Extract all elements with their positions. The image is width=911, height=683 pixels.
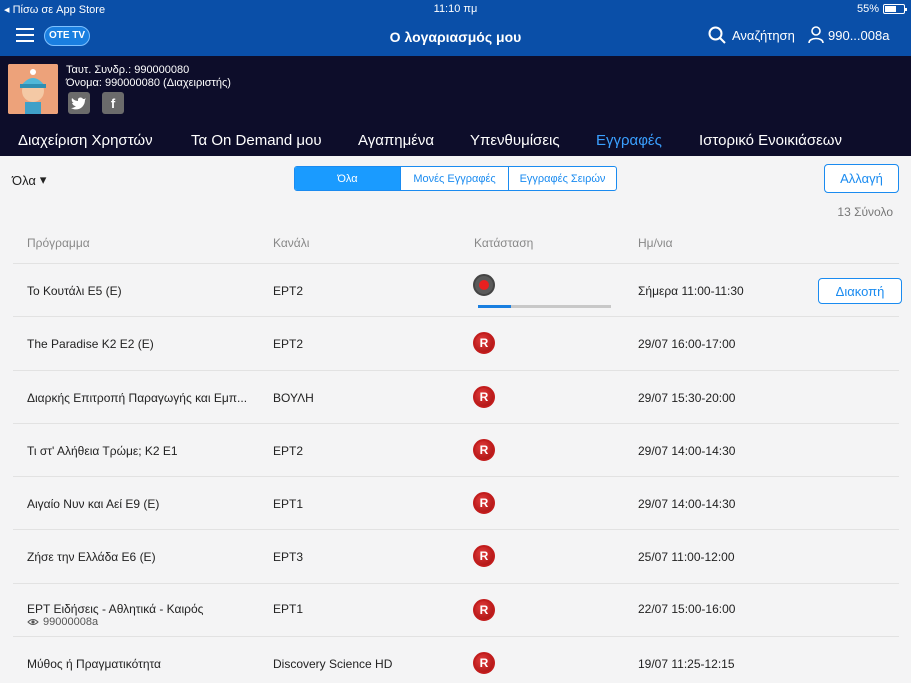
program-title: Τι στ' Αλήθεια Τρώμε; Κ2 Ε1 xyxy=(27,443,178,458)
total-count: 13 Σύνολο xyxy=(837,205,893,219)
clock: 11:10 πμ xyxy=(433,3,478,15)
recording-live-icon xyxy=(473,274,495,296)
user-label: 990...008a xyxy=(828,27,890,43)
social-buttons: f xyxy=(68,92,124,114)
program-title: ΕΡΤ Ειδήσεις - Αθλητικά - Καιρός xyxy=(27,601,204,616)
tab-user-management[interactable]: Διαχείριση Χρηστών xyxy=(18,132,153,149)
table-row[interactable]: Διαρκής Επιτροπή Παραγωγής και Εμπ... ΒΟ… xyxy=(13,369,899,423)
recorded-icon: R xyxy=(473,545,495,568)
recorded-icon: R xyxy=(473,332,495,355)
recorded-by-user: 99000008a xyxy=(43,615,99,628)
status-bar: ◂ Πίσω σε App Store 11:10 πμ 55% xyxy=(0,0,911,18)
recording-date: 29/07 14:00-14:30 xyxy=(638,497,736,512)
channel-name: Discovery Science HD xyxy=(273,657,393,672)
twitter-icon[interactable] xyxy=(68,92,90,114)
nav-bar: OTE TV Ο λογαριασμός μου Αναζήτηση 990..… xyxy=(0,18,911,56)
account-name: Όνομα: 990000080 (Διαχειριστής) xyxy=(66,77,231,89)
program-title: The Paradise K2 E2 (E) xyxy=(27,337,154,352)
recording-progress xyxy=(478,305,611,308)
recorded-icon: R xyxy=(473,598,495,621)
account-header: Ταυτ. Συνδρ.: 990000080 Όνομα: 990000080… xyxy=(0,56,911,156)
tab-favorites[interactable]: Αγαπημένα xyxy=(358,132,434,149)
account-info: Ταυτ. Συνδρ.: 990000080 Όνομα: 990000080… xyxy=(66,64,231,90)
channel-name: ΕΡΤ2 xyxy=(273,337,304,352)
search-label: Αναζήτηση xyxy=(732,27,795,43)
battery-percent: 55% xyxy=(856,3,879,15)
tab-reminders[interactable]: Υπενθυμίσεις xyxy=(470,132,560,149)
tab-rental-history[interactable]: Ιστορικό Ενοικιάσεων xyxy=(699,132,842,149)
channel-name: ΒΟΥΛΗ xyxy=(273,390,314,405)
channel-name: ΕΡΤ3 xyxy=(273,550,304,565)
table-header: Πρόγραμμα Κανάλι Κατάσταση Ημ/νια xyxy=(0,236,911,254)
recording-date: 22/07 15:00-16:00 xyxy=(638,601,736,616)
recorded-icon: R xyxy=(473,492,495,515)
search-icon xyxy=(708,26,726,44)
change-button[interactable]: Αλλαγή xyxy=(824,164,899,193)
facebook-icon[interactable]: f xyxy=(102,92,124,114)
ote-tv-logo[interactable]: OTE TV xyxy=(44,26,90,46)
recording-date: 29/07 16:00-17:00 xyxy=(638,337,736,352)
recorded-icon: R xyxy=(473,652,495,675)
table-row[interactable]: The Paradise K2 E2 (E) ΕΡΤ2 R 29/07 16:0… xyxy=(13,316,899,369)
segment-all[interactable]: Όλα xyxy=(295,167,401,190)
recordings-table: Το Κουτάλι Ε5 (Ε) ΕΡΤ2 Σήμερα 11:00-11:3… xyxy=(13,263,902,683)
channel-name: ΕΡΤ1 xyxy=(273,601,304,616)
channel-name: ΕΡΤ2 xyxy=(273,284,304,298)
channel-name: ΕΡΤ2 xyxy=(273,443,304,458)
caret-down-icon: ▾ xyxy=(39,172,47,187)
column-program: Πρόγραμμα xyxy=(27,236,90,250)
menu-icon[interactable] xyxy=(16,28,34,42)
tab-my-on-demand[interactable]: Τα On Demand μου xyxy=(191,132,322,149)
column-date: Ημ/νια xyxy=(638,236,673,250)
avatar xyxy=(8,64,58,114)
battery-status: 55% xyxy=(856,3,907,15)
table-row[interactable]: ΕΡΤ Ειδήσεις - Αθλητικά - Καιρός 9900000… xyxy=(13,582,899,636)
table-row[interactable]: Μύθος ή Πραγματικότητα Discovery Science… xyxy=(13,636,899,683)
recording-date: Σήμερα 11:00-11:30 xyxy=(638,284,744,298)
table-row[interactable]: Τι στ' Αλήθεια Τρώμε; Κ2 Ε1 ΕΡΤ2 R 29/07… xyxy=(13,422,899,476)
user-icon xyxy=(808,26,824,44)
program-title: Αιγαίο Νυν και Αεί Ε9 (Ε) xyxy=(27,497,160,512)
recorded-icon: R xyxy=(473,438,495,461)
recorded-icon: R xyxy=(473,385,495,408)
column-channel: Κανάλι xyxy=(273,236,310,250)
eye-icon xyxy=(27,618,39,625)
filter-selected: Όλα xyxy=(12,172,36,188)
channel-name: ΕΡΤ1 xyxy=(273,497,304,512)
table-row[interactable]: Το Κουτάλι Ε5 (Ε) ΕΡΤ2 Σήμερα 11:00-11:3… xyxy=(13,263,902,316)
column-status: Κατάσταση xyxy=(474,236,534,250)
program-title: Το Κουτάλι Ε5 (Ε) xyxy=(27,284,122,298)
recording-date: 25/07 11:00-12:00 xyxy=(638,550,735,565)
segment-series-recordings[interactable]: Εγγραφές Σειρών xyxy=(509,167,616,190)
table-row[interactable]: Ζήσε την Ελλάδα Ε6 (Ε) ΕΡΤ3 R 25/07 11:0… xyxy=(13,529,899,582)
recorded-by: 99000008a xyxy=(27,616,98,628)
recording-date: 19/07 11:25-12:15 xyxy=(638,657,735,672)
user-account-button[interactable]: 990...008a xyxy=(808,26,889,44)
recording-date: 29/07 15:30-20:00 xyxy=(638,390,736,405)
stop-recording-button[interactable]: Διακοπή xyxy=(818,278,902,304)
battery-icon xyxy=(883,4,907,14)
subscriber-id: Ταυτ. Συνδρ.: 990000080 xyxy=(66,64,190,76)
top-bar: ◂ Πίσω σε App Store 11:10 πμ 55% OTE TV … xyxy=(0,0,911,56)
recording-type-segment: Όλα Μονές Εγγραφές Εγγραφές Σειρών xyxy=(294,166,617,191)
account-tabs: Διαχείριση Χρηστών Τα On Demand μου Αγαπ… xyxy=(0,132,911,156)
segment-single-recordings[interactable]: Μονές Εγγραφές xyxy=(401,167,509,190)
filter-dropdown[interactable]: Όλα ▾ xyxy=(12,172,46,188)
tab-recordings[interactable]: Εγγραφές xyxy=(596,132,662,149)
recording-date: 29/07 14:00-14:30 xyxy=(638,443,736,458)
search-button[interactable]: Αναζήτηση xyxy=(708,26,795,44)
table-row[interactable]: Αιγαίο Νυν και Αεί Ε9 (Ε) ΕΡΤ1 R 29/07 1… xyxy=(13,476,899,529)
program-title: Μύθος ή Πραγματικότητα xyxy=(27,657,161,672)
program-title: Ζήσε την Ελλάδα Ε6 (Ε) xyxy=(27,550,156,565)
program-title: Διαρκής Επιτροπή Παραγωγής και Εμπ... xyxy=(27,390,248,405)
